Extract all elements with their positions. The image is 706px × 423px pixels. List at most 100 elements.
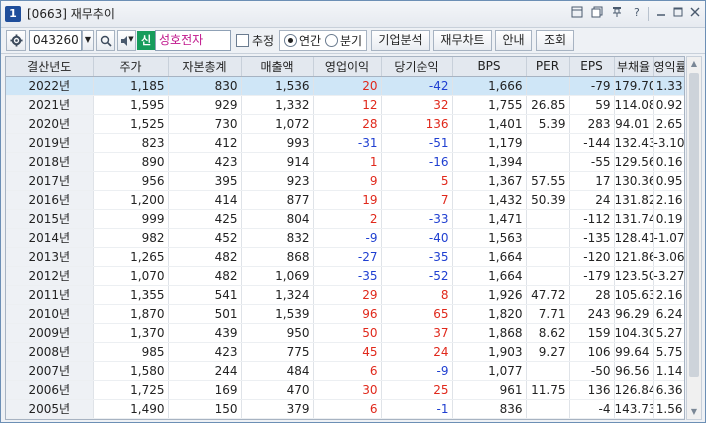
- scroll-down-arrow-icon[interactable]: ▼: [687, 405, 701, 419]
- close-icon[interactable]: [687, 6, 703, 22]
- table-cell: 159: [569, 323, 615, 343]
- column-header[interactable]: 당기순익: [381, 57, 453, 77]
- column-header[interactable]: 매출액: [241, 57, 314, 77]
- search-query-button[interactable]: 조회: [536, 30, 574, 51]
- code-dropdown-button[interactable]: ▼: [82, 30, 94, 51]
- table-row[interactable]: 2015년 999 425 804 2 -33 1,471 -112 131.74 0.19: [6, 209, 684, 229]
- table-row[interactable]: 2021년 1,595 929 1,332 12 32 1,755 26.85 59 114.08…: [6, 95, 684, 115]
- column-header[interactable]: 영업이익: [313, 57, 382, 77]
- table-cell: 6.36: [653, 380, 684, 400]
- scrollbar-thumb[interactable]: [689, 73, 699, 377]
- settings-button[interactable]: [6, 30, 26, 51]
- column-header[interactable]: PER: [526, 57, 570, 77]
- table-cell: 143.73: [614, 399, 654, 419]
- column-header[interactable]: EPS: [569, 57, 615, 77]
- maximize-icon[interactable]: [670, 6, 686, 22]
- table-cell: 123.50: [614, 266, 654, 286]
- table-cell: [526, 152, 570, 172]
- table-row[interactable]: 2012년 1,070 482 1,069 -35 -52 1,664 -179 123.50-…: [6, 266, 684, 286]
- table-cell: 775: [241, 342, 314, 362]
- column-header[interactable]: 주가: [93, 57, 169, 77]
- table-row[interactable]: 2022년 1,185 830 1,536 20 -42 1,666 -79 179.70 1.3…: [6, 76, 684, 96]
- table-cell: 30: [313, 380, 382, 400]
- table-cell: 129.56: [614, 152, 654, 172]
- table-row[interactable]: 2009년 1,370 439 950 50 37 1,868 8.62 159 104.30 5.…: [6, 323, 684, 343]
- table-cell: [526, 133, 570, 153]
- annual-radio[interactable]: [284, 34, 297, 47]
- table-row[interactable]: 2019년 823 412 993 -31 -51 1,179 -144 132.43 -3.10: [6, 133, 684, 153]
- table-cell: 2009년: [6, 323, 94, 343]
- table-cell: 1,332: [241, 95, 314, 115]
- table-row[interactable]: 2011년 1,355 541 1,324 29 8 1,926 47.72 28 105.63 2…: [6, 285, 684, 305]
- table-cell: -40: [381, 228, 453, 248]
- table-cell: 999: [93, 209, 169, 229]
- sound-dropdown-button[interactable]: ▼: [127, 30, 136, 51]
- table-cell: 59: [569, 95, 615, 115]
- table-cell: 96.29: [614, 304, 654, 324]
- minimize-icon[interactable]: [653, 6, 669, 22]
- estimate-checkbox[interactable]: [236, 34, 249, 47]
- quarter-radio[interactable]: [325, 34, 338, 47]
- restore-icon[interactable]: [569, 6, 585, 22]
- table-cell: 50: [313, 323, 382, 343]
- table-row[interactable]: 2006년 1,725 169 470 30 25 961 11.75 136 126.84 6.3…: [6, 380, 684, 400]
- column-header[interactable]: 결산년도: [6, 57, 94, 77]
- table-cell: 1,490: [93, 399, 169, 419]
- table-cell: 412: [168, 133, 242, 153]
- table-cell: 7: [381, 190, 453, 210]
- table-cell: 1,580: [93, 361, 169, 381]
- table-row[interactable]: 2010년 1,870 501 1,539 96 65 1,820 7.71 243 96.29 6…: [6, 304, 684, 324]
- table-row[interactable]: 2008년 985 423 775 45 24 1,903 9.27 106 99.64 5.75: [6, 342, 684, 362]
- table-cell: 2008년: [6, 342, 94, 362]
- table-cell: 1,401: [452, 114, 527, 134]
- vertical-scrollbar[interactable]: ▲ ▼: [686, 56, 702, 420]
- search-button[interactable]: [96, 30, 115, 51]
- pin-icon[interactable]: [609, 6, 625, 22]
- table-cell: 1,069: [241, 266, 314, 286]
- column-header[interactable]: 자본총계: [168, 57, 242, 77]
- table-cell: -9: [381, 361, 453, 381]
- table-cell: 37: [381, 323, 453, 343]
- table-cell: -3.27: [653, 266, 684, 286]
- table-row[interactable]: 2014년 982 452 832 -9 -40 1,563 -135 128.41 -1.07: [6, 228, 684, 248]
- table-cell: 484: [241, 361, 314, 381]
- scroll-up-arrow-icon[interactable]: ▲: [687, 57, 701, 71]
- help-icon[interactable]: ?: [629, 6, 645, 22]
- table-row[interactable]: 2020년 1,525 730 1,072 28 136 1,401 5.39 283 94.01…: [6, 114, 684, 134]
- table-cell: -1.07: [653, 228, 684, 248]
- table-cell: 730: [168, 114, 242, 134]
- table-cell: 1,868: [452, 323, 527, 343]
- table-row[interactable]: 2017년 956 395 923 9 5 1,367 57.55 17 130.36 0.95: [6, 171, 684, 191]
- table-row[interactable]: 2007년 1,580 244 484 6 -9 1,077 -50 96.56 1.14: [6, 361, 684, 381]
- table-cell: -79: [569, 76, 615, 96]
- table-cell: 961: [452, 380, 527, 400]
- copy-icon[interactable]: [589, 6, 605, 22]
- table-cell: 32: [381, 95, 453, 115]
- table-cell: 106: [569, 342, 615, 362]
- financial-trend-window: 1 [0663] 재무추이 ? 043260 ▼ ▼ 신 성호전자 추정 연간 …: [0, 0, 706, 423]
- table-cell: 96: [313, 304, 382, 324]
- table-row[interactable]: 2018년 890 423 914 1 -16 1,394 -55 129.56 0.16: [6, 152, 684, 172]
- company-analysis-button[interactable]: 기업분석: [371, 30, 430, 51]
- column-header[interactable]: BPS: [452, 57, 527, 77]
- column-header[interactable]: 영익률: [653, 57, 684, 77]
- column-header[interactable]: 부채율: [614, 57, 654, 77]
- table-row[interactable]: 2016년 1,200 414 877 19 7 1,432 50.39 24 131.82 2.1…: [6, 190, 684, 210]
- chevron-down-icon: ▼: [128, 35, 134, 43]
- stock-code-input[interactable]: 043260: [29, 30, 82, 51]
- table-cell: 8.62: [526, 323, 570, 343]
- table-cell: 1,179: [452, 133, 527, 153]
- company-name-field[interactable]: 성호전자: [155, 30, 231, 51]
- estimate-label: 추정: [252, 34, 275, 48]
- table-cell: -55: [569, 152, 615, 172]
- table-cell: 0.19: [653, 209, 684, 229]
- table-row[interactable]: 2013년 1,265 482 868 -27 -35 1,664 -120 121.86 -3.…: [6, 247, 684, 267]
- table-cell: 1,370: [93, 323, 169, 343]
- table-cell: 1,355: [93, 285, 169, 305]
- table-row[interactable]: 2005년 1,490 150 379 6 -1 836 -4 143.73 1.56: [6, 399, 684, 419]
- guide-button[interactable]: 안내: [495, 30, 532, 51]
- table-cell: 1,870: [93, 304, 169, 324]
- financial-chart-button[interactable]: 재무차트: [433, 30, 492, 51]
- table-cell: 2010년: [6, 304, 94, 324]
- table-cell: 131.82: [614, 190, 654, 210]
